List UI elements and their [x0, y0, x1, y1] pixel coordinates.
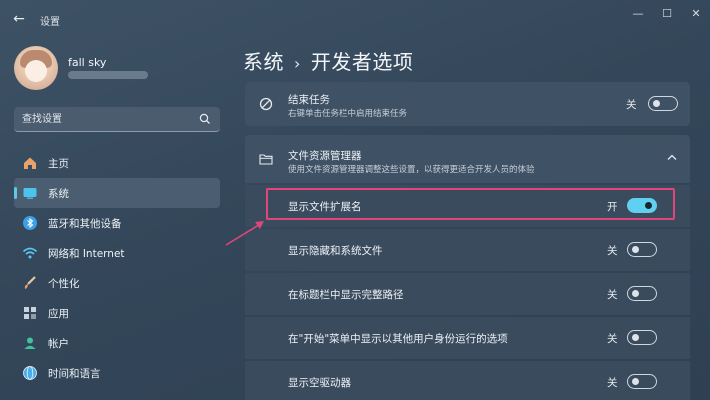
- toggle-knob: [632, 378, 639, 385]
- search-input[interactable]: [22, 112, 192, 127]
- run-as-other-user-row: 在"开始"菜单中显示以其他用户身份运行的选项 关: [245, 317, 690, 359]
- close-button[interactable]: ✕: [682, 6, 710, 22]
- end-task-description: 右键单击任务栏中启用结束任务: [288, 109, 408, 119]
- file-explorer-title: 文件资源管理器: [288, 150, 362, 162]
- sidebar-item-label: 网络和 Internet: [48, 247, 125, 260]
- home-icon: [24, 157, 36, 169]
- end-task-row: 结束任务 右键单击任务栏中启用结束任务 关: [245, 82, 690, 126]
- setting-state-label: 关: [607, 245, 618, 257]
- avatar[interactable]: [14, 46, 58, 90]
- end-task-toggle[interactable]: [648, 96, 678, 111]
- annotation-arrow-icon: [225, 221, 264, 246]
- wifi-icon: [22, 247, 38, 259]
- folder-icon: [259, 154, 273, 165]
- show-hidden-files-row: 显示隐藏和系统文件 关: [245, 229, 690, 271]
- bluetooth-icon: [23, 216, 37, 230]
- user-name: fall sky: [68, 56, 107, 69]
- setting-title: 显示空驱动器: [288, 377, 351, 389]
- app-title: 设置: [40, 17, 60, 28]
- system-icon: [23, 188, 37, 199]
- account-icon: [24, 337, 36, 349]
- setting-title: 在标题栏中显示完整路径: [288, 289, 404, 301]
- setting-state-label: 关: [607, 333, 618, 345]
- maximize-button[interactable]: ☐: [653, 6, 681, 22]
- sidebar-item-personalization[interactable]: 个性化: [14, 268, 220, 298]
- title-bar: ← 设置 — ☐ ✕: [0, 0, 710, 36]
- sidebar-item-network[interactable]: 网络和 Internet: [14, 238, 220, 268]
- end-task-state-label: 关: [626, 99, 637, 111]
- file-explorer-description: 使用文件资源管理器调整这些设置，以获得更适合开发人员的体验: [288, 165, 535, 175]
- show-empty-drives-row: 显示空驱动器 关: [245, 361, 690, 400]
- apps-icon: [24, 307, 36, 319]
- show-empty-drives-toggle[interactable]: [627, 374, 657, 389]
- back-button[interactable]: ←: [10, 10, 28, 28]
- sidebar-item-system[interactable]: 系统: [14, 178, 220, 208]
- breadcrumb-parent[interactable]: 系统: [243, 50, 284, 74]
- search-box[interactable]: [14, 107, 220, 132]
- toggle-knob: [632, 246, 639, 253]
- show-hidden-files-toggle[interactable]: [627, 242, 657, 257]
- search-icon[interactable]: [198, 112, 212, 126]
- page-title: 开发者选项: [310, 50, 414, 74]
- show-full-path-row: 在标题栏中显示完整路径 关: [245, 273, 690, 315]
- toggle-knob: [653, 100, 660, 107]
- user-email-redacted: [68, 71, 148, 79]
- end-task-title: 结束任务: [288, 94, 330, 106]
- brush-icon: [24, 276, 36, 289]
- file-explorer-header[interactable]: 文件资源管理器 使用文件资源管理器调整这些设置，以获得更适合开发人员的体验: [245, 135, 690, 183]
- sidebar-item-label: 蓝牙和其他设备: [48, 217, 122, 230]
- sidebar-item-label: 应用: [48, 307, 69, 320]
- toggle-knob: [632, 334, 639, 341]
- highlight-box: [266, 188, 675, 220]
- sidebar-item-accounts[interactable]: 帐户: [14, 328, 220, 358]
- sidebar-item-label: 时间和语言: [48, 367, 101, 380]
- toggle-knob: [632, 290, 639, 297]
- chevron-up-icon[interactable]: [666, 153, 678, 161]
- breadcrumb-separator: ›: [294, 54, 301, 73]
- run-as-other-user-toggle[interactable]: [627, 330, 657, 345]
- sidebar-item-label: 主页: [48, 157, 69, 170]
- prohibited-icon: [259, 97, 273, 111]
- setting-title: 在"开始"菜单中显示以其他用户身份运行的选项: [288, 333, 508, 345]
- sidebar-item-apps[interactable]: 应用: [14, 298, 220, 328]
- end-task-card: 结束任务 右键单击任务栏中启用结束任务 关: [245, 82, 690, 126]
- globe-icon: [23, 366, 37, 380]
- sidebar-item-label: 系统: [48, 187, 69, 200]
- setting-title: 显示隐藏和系统文件: [288, 245, 383, 257]
- show-full-path-toggle[interactable]: [627, 286, 657, 301]
- setting-state-label: 关: [607, 377, 618, 389]
- sidebar-item-label: 个性化: [48, 277, 80, 290]
- breadcrumb: 系统 › 开发者选项: [243, 46, 413, 75]
- setting-state-label: 关: [607, 289, 618, 301]
- sidebar-item-label: 帐户: [48, 337, 69, 350]
- sidebar-nav: 主页 系统 蓝牙和其他设备 网络和 Internet 个性化 应用 帐户 时间和…: [14, 148, 220, 388]
- sidebar-item-bluetooth[interactable]: 蓝牙和其他设备: [14, 208, 220, 238]
- sidebar-item-time-language[interactable]: 时间和语言: [14, 358, 220, 388]
- minimize-button[interactable]: —: [624, 6, 652, 22]
- sidebar-item-home[interactable]: 主页: [14, 148, 220, 178]
- avatar-face: [25, 60, 47, 82]
